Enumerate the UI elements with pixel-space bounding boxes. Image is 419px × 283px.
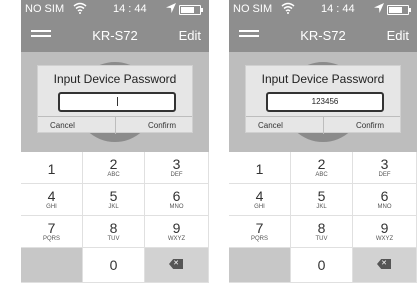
key-1[interactable]: 1 [229,152,291,184]
phone-screen-filled-password: NO SIM 14 : 44 KR-S72 Edit Input Device … [229,0,417,283]
password-dialog: Input Device Password Cancel Confirm [37,65,193,135]
blank-key [229,248,291,283]
key-0[interactable]: 0 [291,248,353,283]
status-bar: NO SIM 14 : 44 [229,0,417,18]
confirm-button[interactable]: Confirm [148,121,176,130]
dialog-title: Input Device Password [261,72,385,86]
key-5[interactable]: 5 JKL [83,184,145,216]
battery-icon [387,5,411,15]
backspace-icon: ✕ [377,259,391,269]
key-2[interactable]: 2 ABC [83,152,145,184]
key-9[interactable]: 9 WXYZ [145,216,209,248]
carrier-label: NO SIM [25,3,65,15]
dialog-title: Input Device Password [53,72,177,86]
backspace-key[interactable]: ✕ [145,248,209,283]
key-6[interactable]: 6 MNO [353,184,417,216]
button-divider [115,117,116,134]
phone-screen-empty-password: NO SIM 14 : 44 KR-S72 Edit Input Device … [21,0,209,283]
carrier-label: NO SIM [233,3,273,15]
location-arrow-icon [374,3,384,16]
cancel-button[interactable]: Cancel [50,121,75,130]
key-4[interactable]: 4 GHI [229,184,291,216]
backspace-icon: ✕ [169,259,183,269]
location-arrow-icon [166,3,176,16]
battery-icon [179,5,203,15]
wifi-icon [73,2,87,17]
password-dialog: Input Device Password 123456 Cancel Conf… [245,65,401,135]
dialog-buttons: Cancel Confirm [38,116,192,135]
key-9[interactable]: 9 WXYZ [353,216,417,248]
nav-bar: KR-S72 Edit [21,18,209,52]
key-8[interactable]: 8 TUV [83,216,145,248]
key-5[interactable]: 5 JKL [291,184,353,216]
nav-bar: KR-S72 Edit [229,18,417,52]
key-3[interactable]: 3 DEF [353,152,417,184]
clock-time: 14 : 44 [321,3,355,15]
cancel-button[interactable]: Cancel [258,121,283,130]
key-8[interactable]: 8 TUV [291,216,353,248]
key-1[interactable]: 1 [21,152,83,184]
numeric-keypad: 1 2 ABC 3 DEF 4 GHI 5 JKL 6 MNO 7 PQRS 8 TUV 9W… [21,152,209,283]
backspace-key[interactable]: ✕ [353,248,417,283]
dialog-buttons: Cancel Confirm [246,116,400,135]
numeric-keypad: 1 2 ABC 3 DEF 4 GHI 5 JKL 6 MNO 7 PQRS 8 TUV 9W… [229,152,417,283]
clock-time: 14 : 44 [113,3,147,15]
edit-button[interactable]: Edit [387,28,409,43]
password-input[interactable]: 123456 [266,92,384,112]
key-4[interactable]: 4 GHI [21,184,83,216]
key-6[interactable]: 6 MNO [145,184,209,216]
wifi-icon [281,2,295,17]
key-2[interactable]: 2 ABC [291,152,353,184]
blank-key [21,248,83,283]
key-7[interactable]: 7 PQRS [229,216,291,248]
key-0[interactable]: 0 [83,248,145,283]
button-divider [323,117,324,134]
key-3[interactable]: 3 DEF [145,152,209,184]
edit-button[interactable]: Edit [179,28,201,43]
password-input[interactable] [58,92,176,112]
key-7[interactable]: 7 PQRS [21,216,83,248]
status-bar: NO SIM 14 : 44 [21,0,209,18]
confirm-button[interactable]: Confirm [356,121,384,130]
text-cursor [116,97,118,107]
